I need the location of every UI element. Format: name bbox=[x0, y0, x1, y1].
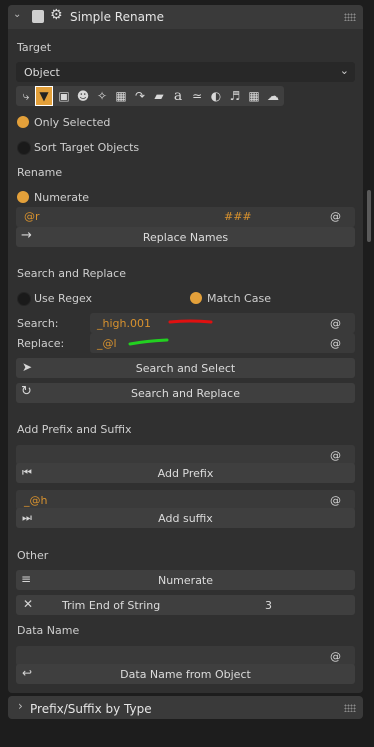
replace-field-value: _@l bbox=[97, 337, 117, 350]
prefix-suffix-by-type-title: Prefix/Suffix by Type bbox=[30, 702, 152, 716]
text-a-icon[interactable]: a bbox=[169, 86, 187, 106]
target-dropdown-value: Object bbox=[24, 66, 60, 79]
data-name-button-label: Data Name from Object bbox=[120, 668, 251, 681]
match-case-label: Match Case bbox=[207, 292, 271, 305]
at-icon[interactable]: @ bbox=[330, 494, 341, 507]
add-prefix-button[interactable]: ⏮ Add Prefix bbox=[16, 463, 355, 483]
prefix-suffix-heading: Add Prefix and Suffix bbox=[17, 423, 132, 436]
search-replace-label: Search and Replace bbox=[131, 387, 240, 400]
add-suffix-button[interactable]: ⏭ Add suffix bbox=[16, 508, 355, 528]
sort-target-toggle[interactable] bbox=[17, 141, 31, 155]
at-icon[interactable]: @ bbox=[330, 317, 341, 330]
target-dropdown[interactable]: Object ⌄ bbox=[16, 62, 355, 82]
book-icon bbox=[32, 10, 44, 23]
close-icon: ✕ bbox=[23, 597, 34, 611]
search-field-value: _high.001 bbox=[97, 317, 151, 330]
data-name-button[interactable]: ↩ Data Name from Object bbox=[16, 664, 355, 684]
data-name-heading: Data Name bbox=[17, 624, 80, 637]
suffix-field[interactable]: _@h @ bbox=[16, 490, 355, 510]
only-selected-label: Only Selected bbox=[34, 116, 111, 129]
speaker-icon[interactable]: ♬ bbox=[226, 86, 244, 106]
pattern-icon[interactable]: ▦ bbox=[245, 86, 263, 106]
skull-icon[interactable]: ☻ bbox=[74, 86, 92, 106]
search-select-label: Search and Select bbox=[135, 362, 236, 375]
numerate-toggle[interactable] bbox=[17, 191, 29, 203]
target-heading: Target bbox=[17, 41, 52, 54]
other-heading: Other bbox=[17, 549, 49, 562]
data-name-field[interactable]: @ bbox=[16, 646, 355, 666]
scrollbar[interactable] bbox=[367, 190, 371, 242]
add-prefix-label: Add Prefix bbox=[157, 467, 214, 480]
only-selected-toggle[interactable] bbox=[17, 116, 29, 128]
drag-handle-icon[interactable] bbox=[344, 13, 356, 21]
search-replace-button[interactable]: ↻ Search and Replace bbox=[16, 383, 355, 403]
match-case-toggle[interactable] bbox=[190, 292, 202, 304]
rename-field-digits: ### bbox=[224, 210, 252, 223]
replace-names-label: Replace Names bbox=[142, 231, 229, 244]
search-select-button[interactable]: ➤ Search and Select bbox=[16, 358, 355, 378]
trim-end-value[interactable]: 3 bbox=[265, 599, 272, 612]
replace-label: Replace: bbox=[17, 337, 65, 350]
chevron-right-icon[interactable]: › bbox=[18, 699, 23, 713]
numerate-label: Numerate bbox=[34, 191, 90, 204]
wrench-icon[interactable]: ⤷ bbox=[17, 86, 35, 106]
at-icon[interactable]: @ bbox=[330, 210, 341, 223]
at-icon[interactable]: @ bbox=[330, 650, 341, 663]
use-regex-toggle[interactable] bbox=[17, 292, 31, 306]
chevron-down-icon: ⌄ bbox=[339, 64, 349, 77]
at-icon[interactable]: @ bbox=[330, 449, 341, 462]
suffix-field-value: _@h bbox=[24, 494, 48, 507]
drag-handle-icon[interactable] bbox=[344, 704, 356, 712]
trim-end-label: Trim End of String bbox=[62, 599, 161, 612]
search-label: Search: bbox=[17, 317, 59, 330]
sort-target-label: Sort Target Objects bbox=[34, 141, 140, 154]
armature-icon[interactable]: ✧ bbox=[93, 86, 111, 106]
rename-field[interactable]: @r ### @ bbox=[16, 207, 355, 227]
add-suffix-label: Add suffix bbox=[158, 512, 213, 525]
use-regex-label: Use Regex bbox=[34, 292, 93, 305]
curve-icon[interactable]: ↷ bbox=[131, 86, 149, 106]
camera-icon[interactable]: ▣ bbox=[55, 86, 73, 106]
annotation-green-stroke bbox=[128, 338, 169, 346]
trim-end-button[interactable]: ✕ Trim End of String 3 bbox=[16, 595, 355, 615]
grease-pencil-icon[interactable]: ▰ bbox=[150, 86, 168, 106]
stroke-icon[interactable]: ▦ bbox=[112, 86, 130, 106]
panel-title: Simple Rename bbox=[70, 10, 165, 24]
numerate-button[interactable]: ≡ Numerate bbox=[16, 570, 355, 590]
gear-icon: ⚙ bbox=[50, 7, 63, 23]
funnel-icon[interactable]: ▼ bbox=[35, 86, 53, 106]
cloud-icon[interactable]: ☁ bbox=[264, 86, 282, 106]
prefix-field[interactable]: @ bbox=[16, 445, 355, 465]
sculpt-icon[interactable]: ◐ bbox=[207, 86, 225, 106]
rename-field-value: @r bbox=[24, 210, 40, 223]
rename-heading: Rename bbox=[17, 166, 63, 179]
chevron-down-icon[interactable]: ⌄ bbox=[13, 9, 21, 20]
at-icon[interactable]: @ bbox=[330, 337, 341, 350]
search-replace-heading: Search and Replace bbox=[17, 267, 126, 280]
paint-icon[interactable]: ≃ bbox=[188, 86, 206, 106]
annotation-red-stroke bbox=[168, 319, 213, 324]
replace-names-button[interactable]: → Replace Names bbox=[16, 227, 355, 247]
search-field[interactable]: _high.001 @ bbox=[90, 313, 355, 333]
numerate-button-label: Numerate bbox=[157, 574, 214, 587]
